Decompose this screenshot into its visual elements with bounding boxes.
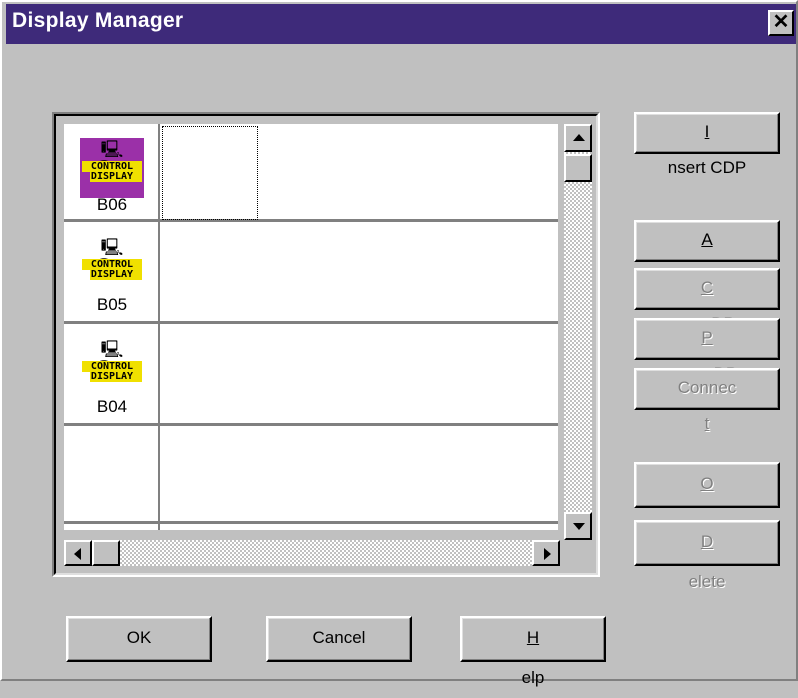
selection-focus-box[interactable] <box>162 126 258 220</box>
arrow-left-icon <box>74 548 81 560</box>
connect-button[interactable]: Connec t <box>634 368 780 433</box>
row-content-cell[interactable] <box>160 222 558 321</box>
arrow-down-icon <box>573 523 585 530</box>
copy-dp-button[interactable]: Copy DP <box>634 268 780 333</box>
ok-button[interactable]: OK <box>66 616 212 662</box>
scrollbar-corner <box>560 540 592 566</box>
row-icon-cell[interactable]: 🖳⌒▦ CONTROL DISPLAY B05 <box>64 222 160 321</box>
window-title: Display Manager <box>12 9 184 32</box>
close-icon: ✕ <box>772 11 790 33</box>
cancel-button[interactable]: Cancel <box>266 616 412 662</box>
scroll-right-button[interactable] <box>532 540 560 566</box>
display-grid-frame: 🖳⌒▦ CONTROL DISPLAY B06 <box>52 112 600 577</box>
close-button[interactable]: ✕ <box>768 10 794 36</box>
horizontal-scroll-thumb[interactable] <box>92 540 120 566</box>
row-label: B04 <box>96 397 128 416</box>
delete-button[interactable]: Delete <box>634 520 780 591</box>
scroll-down-button[interactable] <box>564 512 592 540</box>
grid-row[interactable]: 🖳⌒▦ CONTROL DISPLAY B04 <box>64 324 558 426</box>
scroll-left-button[interactable] <box>64 540 92 566</box>
row-icon-cell[interactable] <box>64 426 160 521</box>
arrow-up-icon <box>573 134 585 141</box>
row-icon-cell[interactable]: 🖳⌒▦ CONTROL DISPLAY B04 <box>64 324 160 423</box>
vertical-scroll-thumb[interactable] <box>564 154 592 182</box>
row-label: B05 <box>96 295 128 314</box>
display-grid-cells: 🖳⌒▦ CONTROL DISPLAY B06 <box>64 124 558 530</box>
row-icon-cell[interactable] <box>64 524 160 530</box>
open-button[interactable]: Open <box>634 462 780 533</box>
control-display-icon[interactable]: 🖳⌒▦ CONTROL DISPLAY <box>80 338 144 398</box>
arrow-right-icon <box>544 548 551 560</box>
title-bar[interactable]: Display Manager ✕ <box>6 4 796 44</box>
row-label: B06 <box>96 195 128 214</box>
grid-row[interactable]: 🖳⌒▦ CONTROL DISPLAY B06 <box>64 124 558 222</box>
vertical-scrollbar[interactable] <box>564 124 592 544</box>
paste-dp-button[interactable]: Paste DP <box>634 318 780 383</box>
control-display-icon[interactable]: 🖳⌒▦ CONTROL DISPLAY <box>80 236 144 296</box>
grid-row[interactable] <box>64 426 558 524</box>
row-content-cell[interactable] <box>160 524 558 530</box>
grid-row[interactable] <box>64 524 558 530</box>
help-button[interactable]: Help <box>460 616 606 687</box>
insert-cdp-button[interactable]: Insert CDP <box>634 112 780 177</box>
grid-row[interactable]: 🖳⌒▦ CONTROL DISPLAY B05 <box>64 222 558 324</box>
scroll-up-button[interactable] <box>564 124 592 152</box>
display-manager-window: Display Manager ✕ 🖳⌒▦ CONTROL DISPLAY B0… <box>0 0 798 687</box>
display-grid: 🖳⌒▦ CONTROL DISPLAY B06 <box>54 114 598 575</box>
row-content-cell[interactable] <box>160 324 558 423</box>
row-content-cell[interactable] <box>160 426 558 521</box>
add-dp-button[interactable]: Add DP <box>634 220 780 285</box>
row-icon-cell[interactable]: 🖳⌒▦ CONTROL DISPLAY B06 <box>64 124 160 219</box>
row-content-cell[interactable] <box>160 124 558 220</box>
horizontal-scrollbar[interactable] <box>64 540 560 566</box>
control-display-icon[interactable]: 🖳⌒▦ CONTROL DISPLAY <box>80 138 144 198</box>
